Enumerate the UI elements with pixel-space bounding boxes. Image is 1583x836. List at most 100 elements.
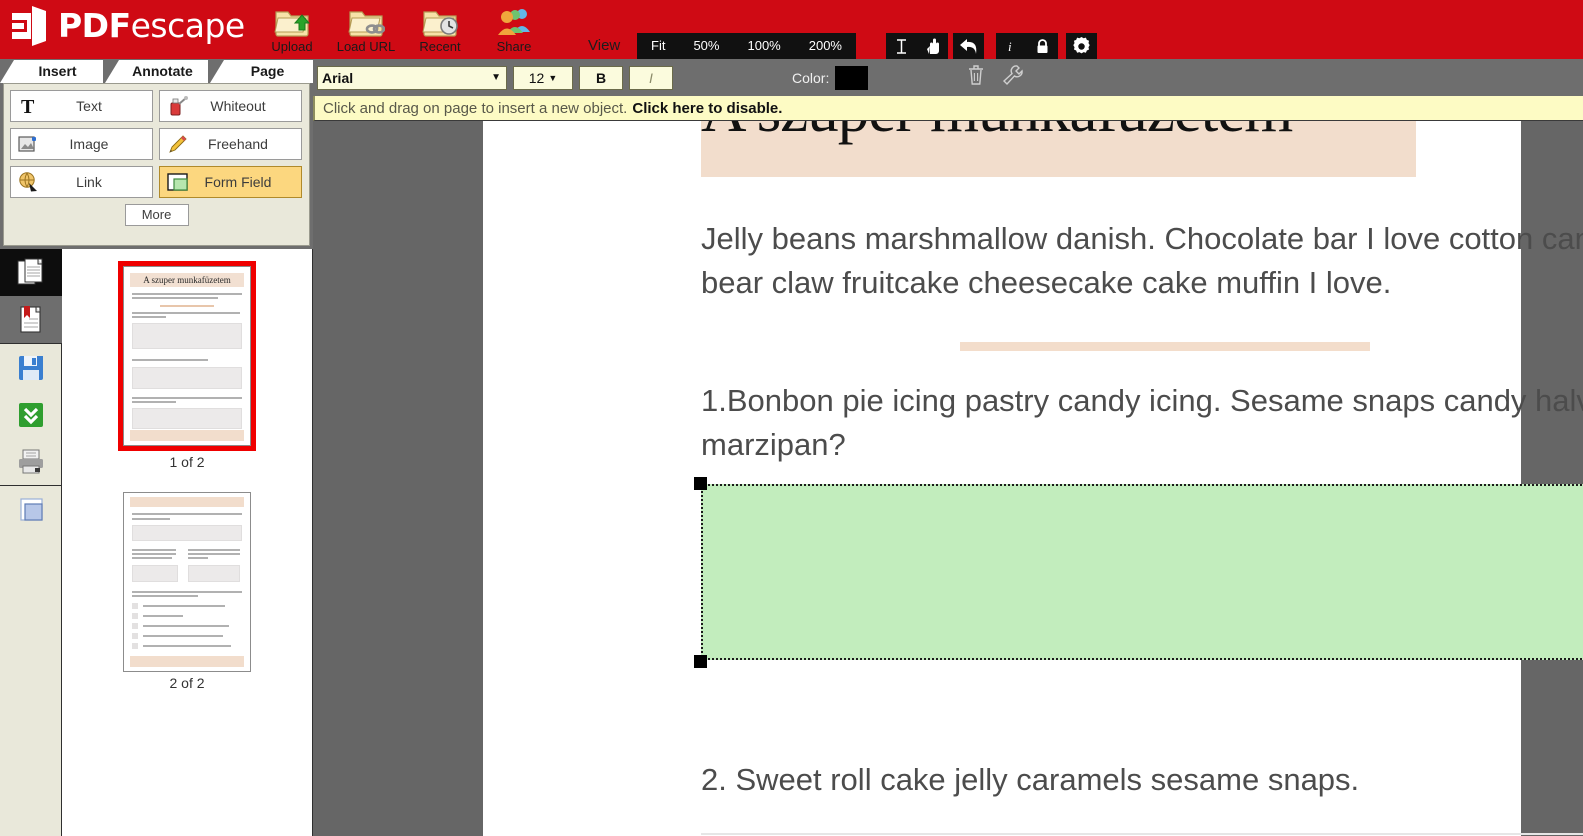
zoom-200-button[interactable]: 200% — [795, 33, 856, 59]
load-url-button[interactable]: Load URL — [329, 2, 403, 54]
insert-more-button[interactable]: More — [124, 204, 189, 226]
pdf-page[interactable]: A szuper munkafüzetem Jelly beans marshm… — [483, 121, 1583, 836]
italic-button[interactable]: I — [629, 65, 673, 90]
load-url-label: Load URL — [336, 39, 396, 54]
insert-row-1: T Text Whiteout — [10, 90, 303, 122]
font-family-select[interactable]: Arial ▼ — [317, 65, 507, 90]
share-people-icon — [498, 9, 530, 35]
recent-button[interactable]: Recent — [403, 2, 477, 54]
zoom-button-group: Fit 50% 100% 200% — [637, 33, 856, 59]
mini-title-text: A szuper munkafüzetem — [143, 275, 231, 285]
app-logo[interactable]: PDFescape — [8, 4, 245, 48]
insert-freehand-label: Freehand — [208, 136, 268, 152]
sidebar-item-bookmarks[interactable] — [0, 296, 62, 343]
font-size-value: 12 — [528, 69, 545, 86]
insert-link-button[interactable]: Link — [10, 166, 153, 198]
insert-freehand-button[interactable]: Freehand — [159, 128, 302, 160]
trash-icon — [969, 65, 984, 85]
pdfescape-logo-icon — [12, 6, 46, 46]
tab-page[interactable]: Page — [210, 60, 313, 83]
download-icon — [19, 402, 43, 427]
text-T-icon: T — [14, 96, 44, 116]
lock-button[interactable] — [1027, 33, 1058, 59]
resize-handle-bottom-left[interactable] — [694, 655, 707, 668]
info-button[interactable]: i — [996, 33, 1027, 59]
whiteout-bottle-icon — [163, 95, 193, 117]
insert-row-2: Image Freehand — [10, 128, 303, 160]
page-thumbnail-panel[interactable]: A szuper munkafüzetem 1 of 2 2 of 2 — [62, 249, 313, 836]
sidebar-item-save[interactable] — [0, 344, 62, 391]
insert-image-button[interactable]: Image — [10, 128, 153, 160]
upload-label: Upload — [271, 39, 313, 54]
info-icon: i — [1008, 39, 1012, 54]
sidebar-item-pages[interactable] — [0, 249, 62, 296]
image-add-icon — [14, 134, 44, 154]
upload-button[interactable]: Upload — [255, 2, 329, 54]
pencil-icon — [163, 133, 193, 155]
logo-text: PDFescape — [58, 6, 245, 45]
insert-hint-disable-link[interactable]: Click here to disable. — [632, 100, 782, 117]
insert-form-field-button[interactable]: Form Field — [159, 166, 302, 198]
tab-annotate[interactable]: Annotate — [105, 60, 208, 83]
delete-object-button[interactable] — [966, 64, 986, 91]
folder-upload-icon — [274, 11, 311, 37]
zoom-fit-button[interactable]: Fit — [637, 33, 679, 59]
sidebar-item-download[interactable] — [0, 391, 62, 438]
thumbnail-page-1[interactable]: A szuper munkafüzetem 1 of 2 — [62, 261, 312, 470]
wrench-icon — [1003, 65, 1024, 86]
insert-whiteout-button[interactable]: Whiteout — [159, 90, 302, 122]
mini-footer — [130, 656, 244, 667]
gear-icon — [1073, 36, 1090, 53]
thumbnail-caption-1: 1 of 2 — [169, 454, 205, 470]
settings-group — [1066, 33, 1097, 59]
insert-tools-panel: T Text Whiteout Image Freehand Link Form… — [3, 83, 310, 246]
sidebar-icon-strip — [0, 249, 62, 836]
view-label: View — [588, 37, 621, 54]
zoom-50-button[interactable]: 50% — [679, 33, 733, 59]
zoom-100-button[interactable]: 100% — [733, 33, 794, 59]
insert-hint-bar[interactable]: Click and drag on page to insert a new o… — [313, 96, 1583, 121]
chevron-down-icon: ▼ — [491, 72, 501, 83]
pages-icon — [17, 258, 43, 284]
pdf-canvas-area[interactable]: A szuper munkafüzetem Jelly beans marshm… — [313, 121, 1583, 836]
thumbnail-selection-ring: A szuper munkafüzetem — [118, 261, 256, 451]
color-label: Color: — [792, 69, 830, 86]
page-bottom-rule — [701, 833, 1583, 835]
properties-window-icon — [20, 497, 43, 521]
font-family-value: Arial — [322, 69, 354, 86]
sidebar-item-print[interactable] — [0, 438, 62, 485]
insert-link-label: Link — [76, 174, 102, 190]
print-icon — [19, 449, 43, 473]
pdfescape-app: PDFescape Upload Load URL Recent Share V… — [0, 0, 1583, 836]
bold-button[interactable]: B — [579, 65, 623, 90]
insert-text-label: Text — [76, 98, 102, 114]
tool-tabs: Insert Annotate Page — [0, 59, 315, 83]
selected-form-field[interactable] — [701, 484, 1583, 660]
save-disk-icon — [19, 355, 43, 380]
mini-footer — [130, 430, 244, 441]
hand-tool-button[interactable] — [917, 33, 948, 59]
resize-handle-top-left[interactable] — [694, 477, 707, 490]
sidebar-item-properties[interactable] — [0, 486, 62, 533]
insert-more-wrap: More — [10, 204, 303, 226]
bookmark-icon — [20, 305, 41, 333]
settings-button[interactable] — [1066, 33, 1097, 59]
share-button[interactable]: Share — [477, 2, 551, 54]
insert-text-button[interactable]: T Text — [10, 90, 153, 122]
thumbnail-page-render: A szuper munkafüzetem — [124, 267, 250, 445]
insert-whiteout-label: Whiteout — [210, 98, 266, 114]
undo-icon — [959, 39, 976, 54]
hand-pointer-icon — [927, 38, 939, 54]
svg-text:i: i — [1008, 39, 1012, 54]
thumbnail-page-2[interactable]: 2 of 2 — [62, 492, 312, 691]
tab-insert[interactable]: Insert — [0, 60, 103, 83]
svg-text:T: T — [21, 96, 35, 116]
object-properties-button[interactable] — [1002, 64, 1024, 91]
text-select-tool-button[interactable] — [886, 33, 917, 59]
insert-hint-text: Click and drag on page to insert a new o… — [323, 99, 628, 117]
font-size-select[interactable]: 12 ▼ — [513, 65, 573, 90]
color-swatch-button[interactable] — [835, 65, 869, 90]
thumbnail-page-render — [124, 493, 250, 671]
undo-button[interactable] — [953, 33, 984, 59]
top-toolbar: PDFescape Upload Load URL Recent Share V… — [0, 0, 1583, 59]
